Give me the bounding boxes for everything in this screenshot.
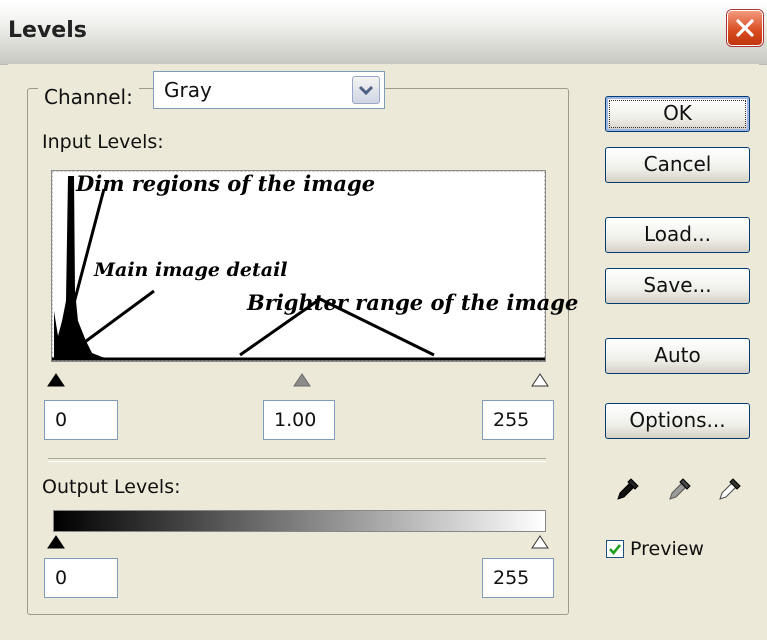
output-gradient xyxy=(53,510,546,532)
white-point-slider xyxy=(531,373,549,387)
options-button[interactable]: Options... xyxy=(605,403,750,439)
channel-select[interactable]: Gray xyxy=(153,71,385,109)
output-black-field[interactable]: 0 xyxy=(44,558,118,598)
input-white-field[interactable]: 255 xyxy=(482,400,554,440)
callout-main xyxy=(77,289,155,349)
black-eyedropper-icon[interactable] xyxy=(614,475,642,503)
gamma-slider xyxy=(293,373,311,387)
title-bar: Levels xyxy=(0,0,767,65)
input-gamma-field[interactable]: 1.00 xyxy=(263,400,335,440)
channel-value: Gray xyxy=(164,78,212,102)
annotation-bright: Brighter range of the image xyxy=(247,290,579,315)
preview-label[interactable]: Preview xyxy=(630,538,704,560)
gray-eyedropper-icon[interactable] xyxy=(666,475,694,503)
output-white-slider xyxy=(531,535,549,549)
annotation-main: Main image detail xyxy=(94,259,288,281)
save-button[interactable]: Save... xyxy=(605,268,750,304)
output-black-slider xyxy=(47,535,65,549)
auto-button[interactable]: Auto xyxy=(605,338,750,374)
cancel-button[interactable]: Cancel xyxy=(605,147,750,183)
output-white-field[interactable]: 255 xyxy=(482,558,554,598)
separator xyxy=(48,458,546,462)
window-title: Levels xyxy=(8,18,87,43)
output-levels-label: Output Levels: xyxy=(42,476,181,498)
checkmark-icon xyxy=(609,544,622,556)
annotation-dim: Dim regions of the image xyxy=(76,171,376,196)
channel-label: Channel: xyxy=(38,80,139,114)
input-levels-label: Input Levels: xyxy=(42,131,164,153)
load-button[interactable]: Load... xyxy=(605,217,750,253)
close-icon xyxy=(736,19,754,37)
close-button[interactable] xyxy=(727,10,763,46)
dropdown-arrow-icon[interactable] xyxy=(352,76,380,104)
input-black-field[interactable]: 0 xyxy=(44,400,118,440)
preview-checkbox[interactable] xyxy=(606,540,624,558)
black-point-slider xyxy=(47,373,65,387)
output-slider-track xyxy=(47,535,549,549)
ok-button[interactable]: OK xyxy=(605,96,750,132)
white-eyedropper-icon[interactable] xyxy=(716,475,744,503)
input-slider-track xyxy=(47,373,549,387)
